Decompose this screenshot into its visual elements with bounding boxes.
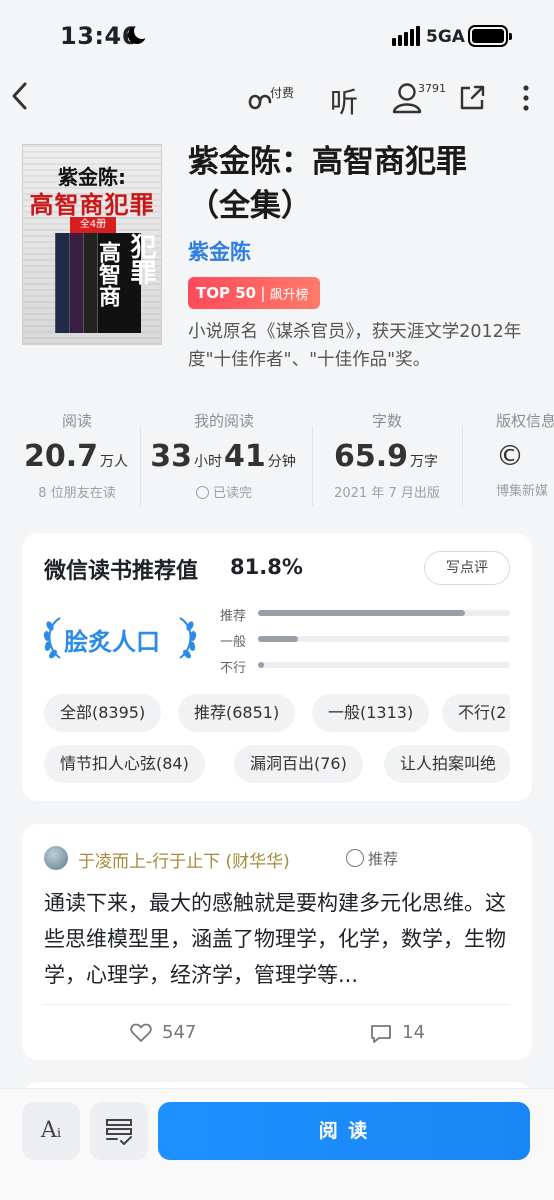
stat-sub: 2021 年 7 月出版	[334, 486, 440, 501]
stat-unit: 万字	[410, 454, 439, 470]
share-icon[interactable]	[458, 84, 486, 112]
rank-top: TOP 50	[196, 284, 257, 302]
notes-button[interactable]	[90, 1102, 148, 1160]
font-settings-button[interactable]: Aᵢ	[22, 1102, 80, 1160]
stat-sub: 8 位朋友在读	[38, 486, 116, 501]
battery-icon	[468, 25, 512, 47]
stat-divider	[462, 426, 463, 506]
filter-chip-recommend[interactable]: 推荐(6851)	[178, 694, 296, 732]
cover-badge: 全4册	[70, 217, 116, 233]
review-divider	[44, 1004, 510, 1005]
rank-badge[interactable]: TOP 50 | 飙升榜	[188, 277, 320, 309]
filter-chip-tag[interactable]: 情节扣人心弦(84)	[44, 745, 205, 783]
stat-readers[interactable]: 阅读 20.7 万人 8 位朋友在读	[22, 410, 132, 501]
bar-label-average: 一般	[220, 635, 247, 650]
stat-minutes-unit: 分钟	[267, 454, 296, 470]
stat-divider	[140, 426, 141, 506]
stat-unit: 万人	[100, 454, 129, 470]
stat-divider	[312, 426, 313, 506]
write-review-button[interactable]: 写点评	[424, 551, 510, 585]
filter-chip-tag[interactable]: 漏洞百出(76)	[234, 745, 363, 783]
stat-word-count[interactable]: 字数 65.9 万字 2021 年 7 月出版	[322, 410, 452, 501]
avatar[interactable]	[44, 846, 68, 870]
signal-icon	[392, 26, 420, 46]
more-icon[interactable]	[522, 84, 530, 112]
cover-spine-text-2: 犯罪	[126, 233, 156, 285]
stat-sub: 博集新媒	[496, 484, 549, 499]
rank-separator: |	[260, 284, 266, 302]
like-count: 547	[162, 1022, 197, 1043]
read-button[interactable]: 阅 读	[158, 1102, 530, 1160]
paid-label: 付费	[270, 86, 295, 100]
copyright-icon: ©	[496, 439, 524, 472]
book-title: 紫金陈：高智商犯罪（全集）	[188, 144, 467, 224]
bar-fill-average	[258, 636, 299, 642]
do-not-disturb-icon	[128, 23, 150, 44]
smile-icon	[346, 849, 364, 867]
wreath-right-icon	[179, 617, 197, 659]
review-tag: 推荐	[368, 850, 399, 868]
notes-icon	[106, 1119, 132, 1145]
comment-count: 14	[402, 1022, 425, 1043]
reader-count: 3791	[418, 82, 446, 95]
stat-hours: 33	[150, 439, 192, 474]
recommend-title: 微信读书推荐值	[44, 559, 199, 584]
back-icon[interactable]	[8, 78, 32, 114]
bar-label-bad: 不行	[220, 661, 247, 676]
book-author[interactable]: 紫金陈	[188, 236, 251, 266]
rank-list: 飙升榜	[269, 287, 309, 303]
stat-sub: 已读完	[212, 486, 252, 501]
bar-fill-recommend	[258, 610, 465, 616]
bar-track-recommend	[258, 610, 510, 616]
review-filters: 全部(8395) 推荐(6851) 一般(1313) 不行(2 情节扣人心弦(8…	[22, 690, 510, 790]
heart-icon[interactable]	[130, 1023, 152, 1043]
stat-value: 65.9	[333, 439, 409, 474]
cover-title-line2: 高智商犯罪	[29, 191, 155, 219]
recommend-badge: 脍炙人口	[64, 628, 160, 656]
reviewer-name[interactable]: 于凌而上-行于止下 (财华华)	[78, 847, 290, 872]
network-type: 5GA	[426, 27, 465, 47]
cover-spine-text: 高智商	[95, 241, 120, 307]
stat-label: 版权信息	[496, 412, 554, 430]
bar-fill-bad	[258, 662, 264, 668]
review-text[interactable]: 通读下来，最大的感触就是要构建多元化思维。这些思维模型里，涵盖了物理学，化学，数…	[44, 885, 514, 993]
bar-track-average	[258, 636, 510, 642]
stat-minutes: 41	[224, 439, 266, 474]
stat-label: 我的阅读	[193, 412, 254, 430]
stat-value: 20.7	[23, 439, 99, 474]
comment-icon[interactable]	[370, 1024, 392, 1044]
bar-track-bad	[258, 662, 510, 668]
stat-copyright[interactable]: 版权信息 © 博集新媒	[496, 410, 554, 499]
wreath-left-icon	[43, 617, 61, 659]
filter-chip-average[interactable]: 一般(1313)	[312, 694, 430, 732]
filter-chip-tag[interactable]: 让人拍案叫绝	[384, 745, 510, 783]
book-description[interactable]: 小说原名《谋杀官员》，获天涯文学2012年度"十佳作者"、"十佳作品"奖。	[188, 318, 528, 374]
bar-label-recommend: 推荐	[220, 609, 247, 624]
stat-label: 阅读	[61, 412, 92, 430]
stat-my-reading[interactable]: 我的阅读 33 小时41 分钟 已读完	[148, 410, 300, 501]
check-circle-icon	[195, 486, 209, 499]
book-cover[interactable]: 紫金陈: 高智商犯罪 全4册 高智商 犯罪	[22, 144, 162, 345]
stat-hours-unit: 小时	[194, 454, 222, 470]
filter-chip-all[interactable]: 全部(8395)	[44, 694, 162, 732]
filter-chip-bad[interactable]: 不行(2	[442, 694, 510, 732]
stat-label: 字数	[371, 412, 402, 430]
recommend-percent: 81.8%	[230, 555, 303, 579]
listen-button[interactable]: 听	[330, 81, 358, 121]
